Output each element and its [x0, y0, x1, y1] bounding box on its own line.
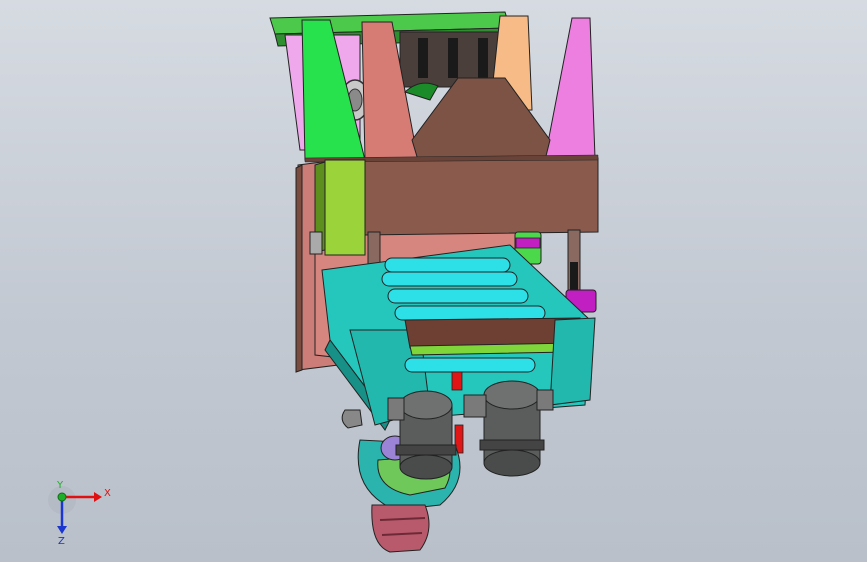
maroon-roller[interactable]	[371, 504, 430, 553]
cad-viewport[interactable]: X Y Z	[0, 0, 867, 562]
x-axis-label: X	[104, 488, 111, 499]
z-axis-arrow	[57, 526, 67, 534]
clamp-block-left	[387, 397, 405, 421]
clamp-block-mid	[463, 394, 487, 418]
left-bracket	[309, 231, 323, 255]
inner-slot-2	[448, 38, 458, 78]
roller-3[interactable]	[387, 288, 529, 304]
pink-upright-right[interactable]	[544, 17, 596, 159]
left-side-plate-edge	[295, 164, 303, 373]
cad-model-view[interactable]	[0, 0, 867, 562]
magenta-spacer-top[interactable]	[515, 237, 541, 249]
inner-slot-1	[418, 38, 428, 78]
y-axis-dot	[57, 492, 67, 502]
roller-4[interactable]	[394, 305, 546, 321]
y-axis-label: Y	[56, 480, 64, 491]
guide-rod-right-dark	[570, 262, 578, 290]
roller-1[interactable]	[384, 257, 511, 273]
green-side-block[interactable]	[324, 159, 366, 256]
z-axis-label: Z	[58, 536, 65, 547]
lower-left-bracket	[341, 409, 363, 429]
cyan-frame-right[interactable]	[549, 317, 596, 406]
x-axis-arrow	[94, 492, 102, 502]
red-bar-1	[451, 371, 463, 391]
cylinder-right[interactable]	[479, 380, 545, 477]
clamp-block-right	[536, 389, 554, 411]
coordinate-triad: X Y Z	[48, 480, 111, 547]
brown-block-body[interactable]	[361, 157, 599, 236]
cylinder-left[interactable]	[395, 390, 457, 480]
inner-slot-3	[478, 38, 488, 78]
roller-5[interactable]	[404, 357, 536, 373]
roller-2[interactable]	[381, 271, 518, 287]
